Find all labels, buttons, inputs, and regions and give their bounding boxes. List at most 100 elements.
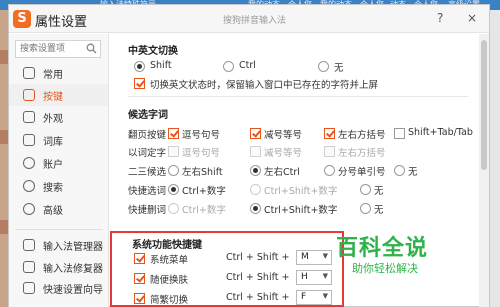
radio-ctrl-number-2[interactable] bbox=[168, 203, 179, 214]
close-button[interactable]: × bbox=[467, 11, 477, 25]
radio-ctrl-shift-number[interactable] bbox=[250, 184, 261, 195]
option-label: 逗号句号 bbox=[182, 148, 221, 159]
shortcut-combo: Ctrl + Shift + bbox=[226, 272, 290, 283]
row-label-word-to-char: 以词定字 bbox=[128, 148, 167, 159]
repair-icon bbox=[23, 261, 35, 273]
book-icon bbox=[23, 134, 35, 146]
chevron-down-icon: ▼ bbox=[322, 292, 328, 300]
home-icon bbox=[23, 67, 35, 79]
search-input[interactable] bbox=[20, 43, 86, 55]
radio-ctrl-shift-number-2[interactable] bbox=[250, 203, 261, 214]
option-label: 减号等号 bbox=[264, 148, 303, 159]
gear-icon bbox=[23, 203, 35, 215]
sidebar-item-appearance[interactable]: 外观 bbox=[9, 106, 108, 128]
keep-chars-label: 切换英文状态时，保留输入窗口中已存在的字符并上屏 bbox=[150, 80, 379, 91]
radio-ctrl[interactable] bbox=[223, 61, 234, 72]
option-label: 左右Ctrl bbox=[264, 167, 300, 178]
radio-semicolon-quote[interactable] bbox=[324, 165, 335, 176]
sidebar-item-label: 搜索 bbox=[43, 183, 63, 194]
watermark: 百科全说 助你轻松解决 bbox=[336, 230, 486, 280]
radio-shift[interactable] bbox=[134, 61, 145, 72]
radio-label: Shift bbox=[150, 60, 172, 71]
option-label: 无 bbox=[408, 167, 418, 178]
tool-ime-repair[interactable]: 输入法修复器 bbox=[9, 256, 108, 278]
sogou-logo: S bbox=[13, 10, 31, 28]
tool-ime-manager[interactable]: 输入法管理器 bbox=[9, 234, 108, 256]
sidebar-item-advanced[interactable]: 高级 bbox=[9, 198, 108, 220]
sidebar-item-dictionary[interactable]: 词库 bbox=[9, 129, 108, 151]
row-label-quick-delete: 快捷删词 bbox=[128, 205, 167, 216]
checkbox-system-menu[interactable] bbox=[134, 253, 145, 264]
sidebar: 常用 按键 外观 词库 账户 搜索 高级 输入法管理器 bbox=[9, 34, 109, 307]
radio-left-right-shift[interactable] bbox=[168, 165, 179, 176]
checkbox-random-skin[interactable] bbox=[134, 273, 145, 284]
checkbox-minus-equal-2[interactable] bbox=[250, 146, 261, 157]
title-bar[interactable]: S 属性设置 搜狗拼音输入法 ? × bbox=[9, 5, 489, 33]
sidebar-item-label: 账户 bbox=[43, 160, 63, 171]
radio-none-3[interactable] bbox=[360, 184, 371, 195]
help-button[interactable]: ? bbox=[437, 11, 443, 25]
sidebar-item-keys[interactable]: 按键 bbox=[9, 84, 108, 106]
checkbox-shift-tab[interactable] bbox=[394, 128, 405, 139]
option-label: Ctrl+数字 bbox=[182, 205, 226, 216]
sidebar-search[interactable] bbox=[15, 40, 101, 58]
key-value: M bbox=[301, 252, 309, 262]
background-left-edge bbox=[0, 10, 8, 307]
shortcut-combo: Ctrl + Shift + bbox=[226, 292, 290, 303]
watermark-subtitle: 助你轻松解决 bbox=[352, 262, 418, 275]
chevron-down-icon: ▼ bbox=[322, 252, 328, 260]
shortcut-label: 简繁切换 bbox=[150, 295, 189, 306]
window-subtitle: 搜狗拼音输入法 bbox=[223, 16, 287, 26]
radio-ctrl-number[interactable] bbox=[168, 184, 179, 195]
option-label: Shift+Tab/Tab bbox=[408, 127, 473, 138]
sidebar-divider bbox=[15, 229, 103, 230]
row-label-second-third: 二三候选 bbox=[128, 167, 167, 178]
shortcut-combo: Ctrl + Shift + bbox=[226, 252, 290, 263]
section-divider bbox=[128, 96, 468, 97]
option-label: 左右Shift bbox=[182, 167, 223, 178]
manager-icon bbox=[23, 239, 35, 251]
checkbox-simplified-traditional[interactable] bbox=[134, 293, 145, 304]
sidebar-item-general[interactable]: 常用 bbox=[9, 62, 108, 84]
radio-label: Ctrl bbox=[239, 60, 256, 71]
watermark-title: 百科全说 bbox=[336, 236, 429, 261]
key-select-system-menu[interactable]: M ▼ bbox=[296, 250, 332, 265]
option-label: 左右方括号 bbox=[338, 148, 386, 159]
shortcut-label: 随便换肤 bbox=[150, 275, 189, 286]
window-title: 属性设置 bbox=[35, 15, 88, 30]
radio-none-4[interactable] bbox=[360, 203, 371, 214]
key-select-simplified-traditional[interactable]: F ▼ bbox=[296, 290, 332, 305]
keep-chars-checkbox[interactable] bbox=[134, 78, 145, 89]
checkbox-comma-period-2[interactable] bbox=[168, 146, 179, 157]
sidebar-item-search[interactable]: 搜索 bbox=[9, 175, 108, 197]
radio-label: 无 bbox=[334, 63, 344, 74]
checkbox-brackets[interactable] bbox=[324, 128, 335, 139]
shortcut-label: 系统菜单 bbox=[150, 255, 189, 266]
checkbox-minus-equal[interactable] bbox=[250, 128, 261, 139]
key-select-random-skin[interactable]: H ▼ bbox=[296, 270, 332, 285]
checkbox-brackets-2[interactable] bbox=[324, 146, 335, 157]
scrollbar-thumb[interactable] bbox=[481, 40, 487, 170]
option-label: 无 bbox=[374, 186, 384, 197]
sidebar-item-account[interactable]: 账户 bbox=[9, 152, 108, 174]
tool-setup-wizard[interactable]: 快速设置向导 bbox=[9, 277, 108, 299]
row-label-quick-select: 快捷选词 bbox=[128, 186, 167, 197]
radio-none[interactable] bbox=[318, 61, 329, 72]
option-label: Ctrl+Shift+数字 bbox=[264, 186, 338, 197]
key-value: H bbox=[301, 272, 308, 282]
key-value: F bbox=[301, 292, 307, 302]
wizard-icon bbox=[23, 282, 35, 294]
section-title-candidates: 候选字词 bbox=[128, 110, 168, 121]
chevron-down-icon: ▼ bbox=[322, 272, 328, 280]
option-label: 逗号句号 bbox=[182, 130, 221, 141]
search-icon bbox=[23, 180, 35, 192]
radio-none-2[interactable] bbox=[394, 165, 405, 176]
search-icon[interactable] bbox=[86, 43, 97, 54]
background-right-edge bbox=[490, 10, 500, 307]
tool-label: 输入法管理器 bbox=[43, 242, 103, 253]
section-title-switch: 中英文切换 bbox=[128, 46, 178, 57]
shirt-icon bbox=[23, 111, 35, 123]
checkbox-comma-period[interactable] bbox=[168, 128, 179, 139]
option-label: 左右方括号 bbox=[338, 130, 386, 141]
radio-left-right-ctrl[interactable] bbox=[250, 165, 261, 176]
